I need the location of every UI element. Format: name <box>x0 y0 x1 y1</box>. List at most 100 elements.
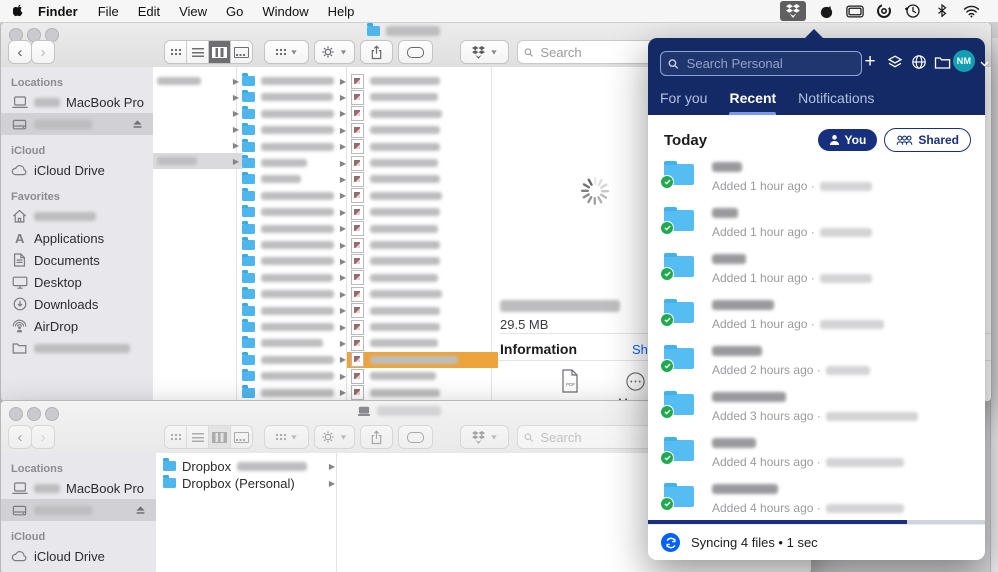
column1-row[interactable]: ▶ <box>153 153 243 169</box>
folder-row[interactable]: ▶ <box>239 89 349 105</box>
create-pdf-action[interactable]: PDF Create PDF <box>540 369 600 401</box>
forward-button[interactable]: › <box>31 40 55 64</box>
action-menu-button[interactable]: ▼ <box>314 425 355 449</box>
folder-row-dropbox[interactable]: Dropbox ▶ <box>160 458 338 474</box>
panel-search-field[interactable] <box>660 51 862 76</box>
menu-help[interactable]: Help <box>328 4 355 19</box>
filter-you-button[interactable]: You <box>817 129 878 151</box>
folder-row[interactable]: ▶ <box>239 73 349 89</box>
avast-menubar-icon[interactable] <box>817 3 835 19</box>
dropbox-toolbar-button[interactable]: ▼ <box>460 425 509 449</box>
show-link[interactable]: Sh <box>632 342 648 357</box>
file-row[interactable] <box>347 188 498 204</box>
folder-row[interactable]: ▶ <box>239 302 349 319</box>
sidebar-item-downloads[interactable]: Downloads <box>1 293 153 315</box>
list-view-button[interactable] <box>187 426 209 448</box>
folder-button[interactable] <box>932 52 952 72</box>
file-row[interactable] <box>347 335 498 351</box>
folder-row[interactable]: ▶ <box>239 319 349 335</box>
recent-item[interactable]: Added 1 hour ago · <box>648 158 985 204</box>
coverflow-view-button[interactable] <box>231 426 252 448</box>
sidebar-item-macbook-pro[interactable]: MacBook Pro <box>1 91 153 113</box>
action-menu-button[interactable]: ▼ <box>314 40 355 64</box>
sidebar-item-applications[interactable]: A Applications <box>1 227 153 249</box>
file-row[interactable] <box>347 270 498 286</box>
file-row[interactable] <box>347 253 498 269</box>
file-row[interactable] <box>347 106 498 122</box>
sidebar-item-icloud-drive[interactable]: iCloud Drive <box>1 545 156 567</box>
account-chevron[interactable] <box>974 54 994 74</box>
time-machine-menubar-icon[interactable] <box>904 3 922 19</box>
column1-row[interactable]: ▶ <box>153 105 243 121</box>
menu-file[interactable]: File <box>98 4 119 19</box>
search-input[interactable] <box>538 43 652 61</box>
group-by-button[interactable]: ▼ <box>264 40 309 64</box>
display-menubar-icon[interactable] <box>846 3 864 19</box>
folder-row[interactable]: ▶ <box>239 106 349 122</box>
folder-row[interactable]: ▶ <box>239 384 349 401</box>
folder-row[interactable]: ▶ <box>239 352 349 368</box>
column-view-button[interactable] <box>209 426 231 448</box>
eject-icon[interactable] <box>135 505 146 515</box>
folder-row-dropbox-personal[interactable]: Dropbox (Personal) ▶ <box>160 475 338 491</box>
column1-row[interactable]: ▶ <box>153 73 243 89</box>
folder-row[interactable]: ▶ <box>239 138 349 155</box>
dropbox-menubar-icon[interactable] <box>780 1 806 21</box>
search-field[interactable] <box>517 40 659 64</box>
folder-row[interactable]: ▶ <box>239 188 349 204</box>
recent-item[interactable]: Added 1 hour ago · <box>648 296 985 342</box>
icon-view-button[interactable] <box>165 426 187 448</box>
file-row[interactable] <box>347 139 498 155</box>
minimize-button[interactable] <box>27 407 41 421</box>
file-row[interactable] <box>347 171 498 187</box>
recent-item[interactable]: Added 4 hours ago · <box>648 480 985 525</box>
file-row[interactable] <box>347 73 498 89</box>
wifi-menubar-icon[interactable] <box>962 3 980 19</box>
file-row[interactable] <box>347 385 498 401</box>
menu-view[interactable]: View <box>179 4 207 19</box>
back-button[interactable]: ‹ <box>8 425 32 449</box>
close-button[interactable] <box>9 407 23 421</box>
file-row[interactable] <box>347 368 498 384</box>
column-view-button[interactable] <box>209 41 231 63</box>
plus-button[interactable]: + <box>860 51 880 72</box>
eject-icon[interactable] <box>132 119 143 129</box>
sidebar-item-desktop[interactable]: Desktop <box>1 271 153 293</box>
recent-item[interactable]: Added 1 hour ago · <box>648 250 985 296</box>
filter-shared-button[interactable]: Shared <box>884 128 971 152</box>
sidebar-item-item[interactable] <box>1 205 153 227</box>
recent-item[interactable]: Added 4 hours ago · <box>648 434 985 480</box>
sidebar-item-macbook-pro[interactable]: MacBook Pro <box>1 477 156 499</box>
search-field[interactable] <box>517 425 659 449</box>
file-row[interactable] <box>347 303 498 319</box>
file-row[interactable] <box>347 319 498 335</box>
recent-item[interactable]: Added 3 hours ago · <box>648 388 985 434</box>
coverflow-view-button[interactable] <box>231 41 252 63</box>
file-row[interactable] <box>347 204 498 220</box>
back-button[interactable]: ‹ <box>8 40 32 64</box>
share-button[interactable] <box>360 425 393 449</box>
folder-row[interactable]: ▶ <box>239 171 349 187</box>
tag-button[interactable] <box>398 425 433 449</box>
file-row[interactable] <box>347 155 498 171</box>
folder-row[interactable]: ▶ <box>239 368 349 384</box>
bluetooth-menubar-icon[interactable] <box>933 3 951 19</box>
panel-search-input[interactable] <box>684 55 854 72</box>
group-by-button[interactable]: ▼ <box>264 425 309 449</box>
globe-button[interactable] <box>909 52 929 72</box>
file-row[interactable] <box>347 89 498 105</box>
file-row[interactable] <box>347 122 498 138</box>
share-button[interactable] <box>360 40 393 64</box>
zoom-button[interactable] <box>45 407 59 421</box>
folder-row[interactable]: ▶ <box>239 155 349 171</box>
folder-row[interactable]: ▶ <box>239 270 349 286</box>
tag-button[interactable] <box>398 40 433 64</box>
recent-item[interactable]: Added 1 hour ago · <box>648 204 985 250</box>
panel-tab-notifications[interactable]: Notifications <box>798 90 874 115</box>
sidebar-item-icloud-drive[interactable]: iCloud Drive <box>1 159 153 181</box>
column1-row[interactable]: ▶ <box>153 121 243 137</box>
icon-view-button[interactable] <box>165 41 187 63</box>
folder-row[interactable]: ▶ <box>239 220 349 237</box>
panel-tab-recent[interactable]: Recent <box>729 90 776 115</box>
folder-row[interactable]: ▶ <box>239 286 349 302</box>
